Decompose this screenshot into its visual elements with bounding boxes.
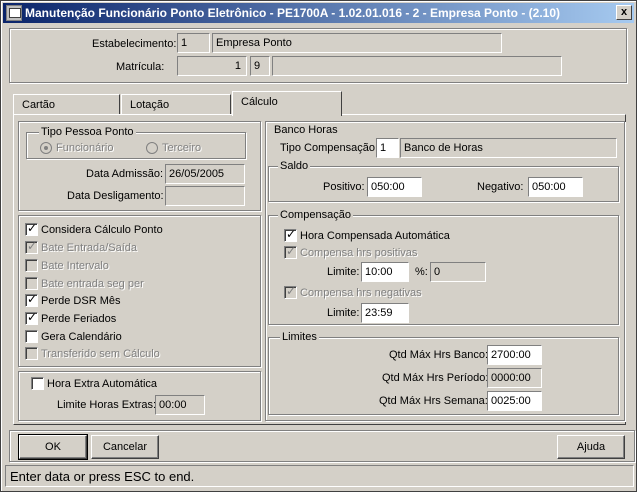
transferido-sem-calculo-checkbox bbox=[25, 347, 38, 360]
radio-terceiro[interactable] bbox=[146, 142, 158, 154]
main-window: Manutenção Funcionário Ponto Eletrônico … bbox=[0, 0, 637, 492]
hora-compensada-label: Hora Compensada Automática bbox=[300, 230, 450, 242]
bate-intervalo-label: Bate Intervalo bbox=[41, 260, 109, 272]
qtd-max-semana-label: Qtd Máx Hrs Semana: bbox=[379, 395, 488, 407]
status-bar: Enter data or press ESC to end. bbox=[5, 465, 634, 487]
hora-compensada-checkbox[interactable] bbox=[284, 227, 297, 242]
estabelecimento-code-field[interactable]: 1 bbox=[177, 33, 210, 53]
bate-entrada-saida-checkbox bbox=[25, 239, 38, 254]
data-admissao-label: Data Admissão: bbox=[86, 168, 164, 180]
limite-negativas-label: Limite: bbox=[327, 307, 360, 319]
tab-lotacao[interactable]: Lotação bbox=[121, 94, 231, 116]
qtd-max-periodo-label: Qtd Máx Hrs Período: bbox=[382, 372, 489, 384]
compensa-negativas-label: Compensa hrs negativas bbox=[300, 287, 422, 299]
qtd-max-banco-field[interactable]: 2700:00 bbox=[487, 345, 542, 365]
window-title: Manutenção Funcionário Ponto Eletrônico … bbox=[25, 6, 561, 20]
limite-positivas-field[interactable]: 10:00 bbox=[361, 262, 409, 282]
tab-calculo-label: Cálculo bbox=[241, 96, 278, 108]
matricula-number-field[interactable]: 1 bbox=[177, 56, 247, 76]
saldo-title: Saldo bbox=[278, 160, 311, 172]
saldo-positivo-label: Positivo: bbox=[323, 181, 365, 193]
considera-calculo-label: Considera Cálculo Ponto bbox=[41, 224, 163, 236]
title-bar: Manutenção Funcionário Ponto Eletrônico … bbox=[3, 3, 634, 23]
gera-calendario-label: Gera Calendário bbox=[41, 331, 122, 343]
bate-entrada-saida-label: Bate Entrada/Saída bbox=[41, 242, 138, 254]
limites-title: Limites bbox=[280, 331, 319, 343]
estabelecimento-name-field: Empresa Ponto bbox=[212, 33, 502, 53]
saldo-positivo-field[interactable]: 050:00 bbox=[367, 177, 422, 197]
calculo-options-panel bbox=[18, 215, 261, 367]
limite-negativas-field[interactable]: 23:59 bbox=[361, 303, 409, 323]
radio-funcionario-label: Funcionário bbox=[56, 142, 114, 154]
compensa-positivas-label: Compensa hrs positivas bbox=[300, 247, 418, 259]
data-desligamento-label: Data Desligamento: bbox=[67, 190, 164, 202]
tab-cartao[interactable]: Cartão bbox=[13, 94, 120, 116]
data-desligamento-field bbox=[165, 186, 245, 206]
perde-dsr-mes-label: Perde DSR Mês bbox=[41, 295, 121, 307]
limite-positivas-label: Limite: bbox=[327, 266, 360, 278]
percent-field: 0 bbox=[430, 262, 486, 282]
ajuda-button[interactable]: Ajuda bbox=[557, 435, 625, 459]
perde-feriados-checkbox[interactable] bbox=[25, 310, 38, 325]
matricula-name-field bbox=[272, 56, 562, 76]
saldo-negativo-field[interactable]: 050:00 bbox=[528, 177, 583, 197]
perde-dsr-mes-checkbox[interactable] bbox=[25, 292, 38, 307]
hora-extra-automatica-checkbox[interactable] bbox=[31, 377, 44, 390]
banco-horas-title: Banco Horas bbox=[272, 124, 340, 136]
bate-entrada-seg-per-checkbox bbox=[25, 277, 38, 290]
limite-horas-extras-label: Limite Horas Extras: bbox=[57, 399, 157, 411]
qtd-max-semana-field[interactable]: 0025:00 bbox=[487, 391, 542, 411]
tipo-pessoa-title: Tipo Pessoa Ponto bbox=[39, 126, 136, 138]
data-admissao-field: 26/05/2005 bbox=[165, 164, 245, 184]
perde-feriados-label: Perde Feriados bbox=[41, 313, 117, 325]
tipo-compensacao-name-field: Banco de Horas bbox=[400, 138, 617, 158]
estabelecimento-label: Estabelecimento: bbox=[92, 38, 177, 50]
app-icon bbox=[6, 5, 22, 21]
matricula-label: Matrícula: bbox=[116, 61, 165, 73]
qtd-max-banco-label: Qtd Máx Hrs Banco: bbox=[389, 349, 489, 361]
bate-intervalo-checkbox bbox=[25, 259, 38, 272]
tab-lotacao-label: Lotação bbox=[130, 99, 170, 111]
ok-button[interactable]: OK bbox=[18, 434, 88, 460]
gera-calendario-checkbox[interactable] bbox=[25, 330, 38, 343]
hora-extra-automatica-label: Hora Extra Automática bbox=[47, 378, 158, 390]
compensa-positivas-checkbox bbox=[284, 244, 297, 259]
percent-label: %: bbox=[415, 266, 428, 278]
radio-funcionario[interactable] bbox=[40, 142, 52, 154]
transferido-sem-calculo-label: Transferido sem Cálculo bbox=[41, 348, 160, 360]
matricula-digit-field: 9 bbox=[250, 56, 270, 76]
tab-calculo[interactable]: Cálculo bbox=[232, 91, 342, 116]
considera-calculo-checkbox[interactable] bbox=[25, 221, 38, 236]
radio-terceiro-label: Terceiro bbox=[162, 142, 202, 154]
saldo-negativo-label: Negativo: bbox=[477, 181, 524, 193]
close-button[interactable]: x bbox=[616, 5, 632, 20]
compensacao-title: Compensação bbox=[278, 209, 353, 221]
cancelar-button[interactable]: Cancelar bbox=[91, 435, 159, 459]
qtd-max-periodo-field: 0000:00 bbox=[487, 368, 542, 388]
tab-cartao-label: Cartão bbox=[22, 99, 56, 111]
limite-horas-extras-field[interactable]: 00:00 bbox=[155, 395, 205, 415]
tipo-compensacao-label: Tipo Compensação: bbox=[280, 142, 379, 154]
bate-entrada-seg-per-label: Bate entrada seg per bbox=[41, 278, 144, 290]
tipo-compensacao-code-field[interactable]: 1 bbox=[376, 138, 399, 158]
compensa-negativas-checkbox bbox=[284, 284, 297, 299]
